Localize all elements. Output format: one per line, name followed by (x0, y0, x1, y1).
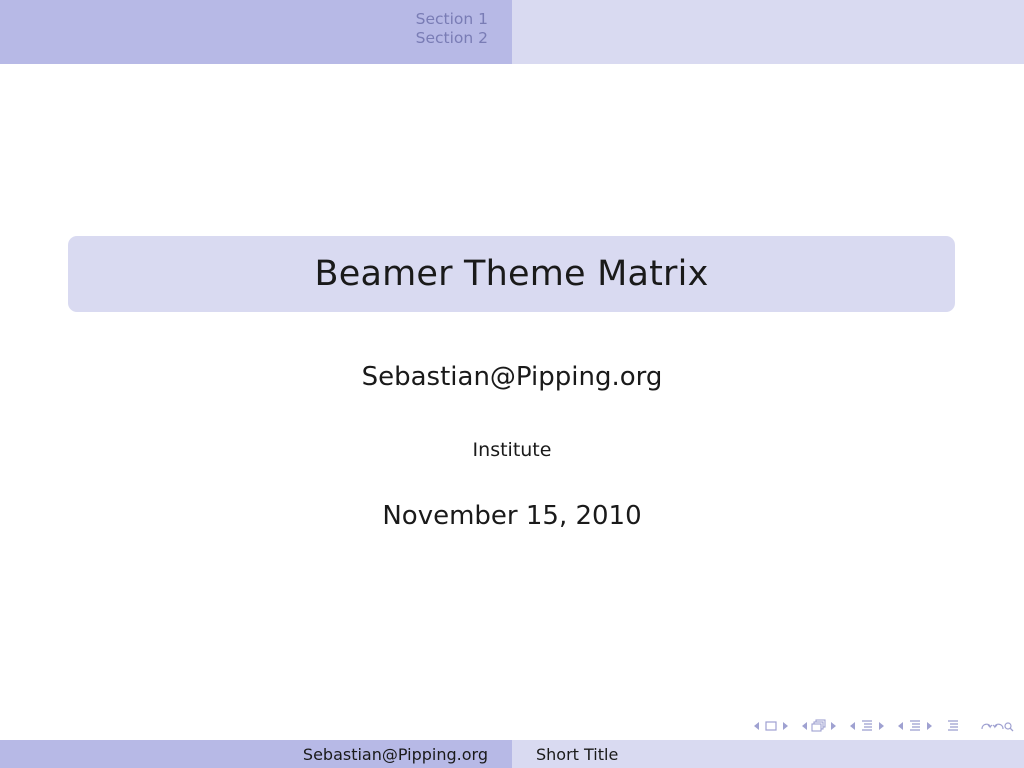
frame-next-icon[interactable] (780, 718, 790, 734)
slide: Section 1 Section 2 Beamer Theme Matrix … (0, 0, 1024, 768)
footer-short-title: Short Title (536, 744, 619, 764)
document-prev-icon[interactable] (896, 718, 906, 734)
document-nav-icon[interactable] (906, 718, 924, 734)
navigation-symbols (742, 716, 1014, 736)
author-text: Sebastian@Pipping.org (361, 362, 663, 392)
section-nav-group (848, 718, 886, 734)
document-nav-group (896, 718, 934, 734)
header-left-band: Section 1 Section 2 (0, 0, 512, 64)
slide-title: Beamer Theme Matrix (314, 254, 709, 294)
appendix-nav-group (944, 718, 962, 734)
appendix-nav-icon[interactable] (944, 718, 962, 734)
section-nav-icon[interactable] (858, 718, 876, 734)
footer-left-band: Sebastian@Pipping.org (0, 740, 512, 768)
section-link-1[interactable]: Section 1 (416, 10, 488, 29)
back-forward-group (980, 718, 1014, 734)
frame-nav-icon[interactable] (762, 718, 780, 734)
subsection-prev-icon[interactable] (800, 718, 810, 734)
frame-nav-group (752, 718, 790, 734)
subsection-nav-group (800, 718, 838, 734)
section-prev-icon[interactable] (848, 718, 858, 734)
subsection-nav-icon[interactable] (810, 718, 828, 734)
subsection-next-icon[interactable] (828, 718, 838, 734)
section-next-icon[interactable] (876, 718, 886, 734)
footer-bar: Sebastian@Pipping.org Short Title (0, 740, 1024, 768)
header-nav-bar: Section 1 Section 2 (0, 0, 1024, 64)
header-right-band (512, 0, 1024, 64)
institute-text: Institute (472, 439, 552, 461)
footer-right-band: Short Title (512, 740, 1024, 768)
back-forward-icon[interactable] (980, 718, 1014, 734)
title-box: Beamer Theme Matrix (68, 236, 955, 312)
date-text: November 15, 2010 (382, 501, 642, 531)
section-list: Section 1 Section 2 (416, 10, 488, 48)
document-next-icon[interactable] (924, 718, 934, 734)
footer-author: Sebastian@Pipping.org (302, 744, 488, 764)
section-link-2[interactable]: Section 2 (416, 29, 488, 48)
frame-prev-icon[interactable] (752, 718, 762, 734)
